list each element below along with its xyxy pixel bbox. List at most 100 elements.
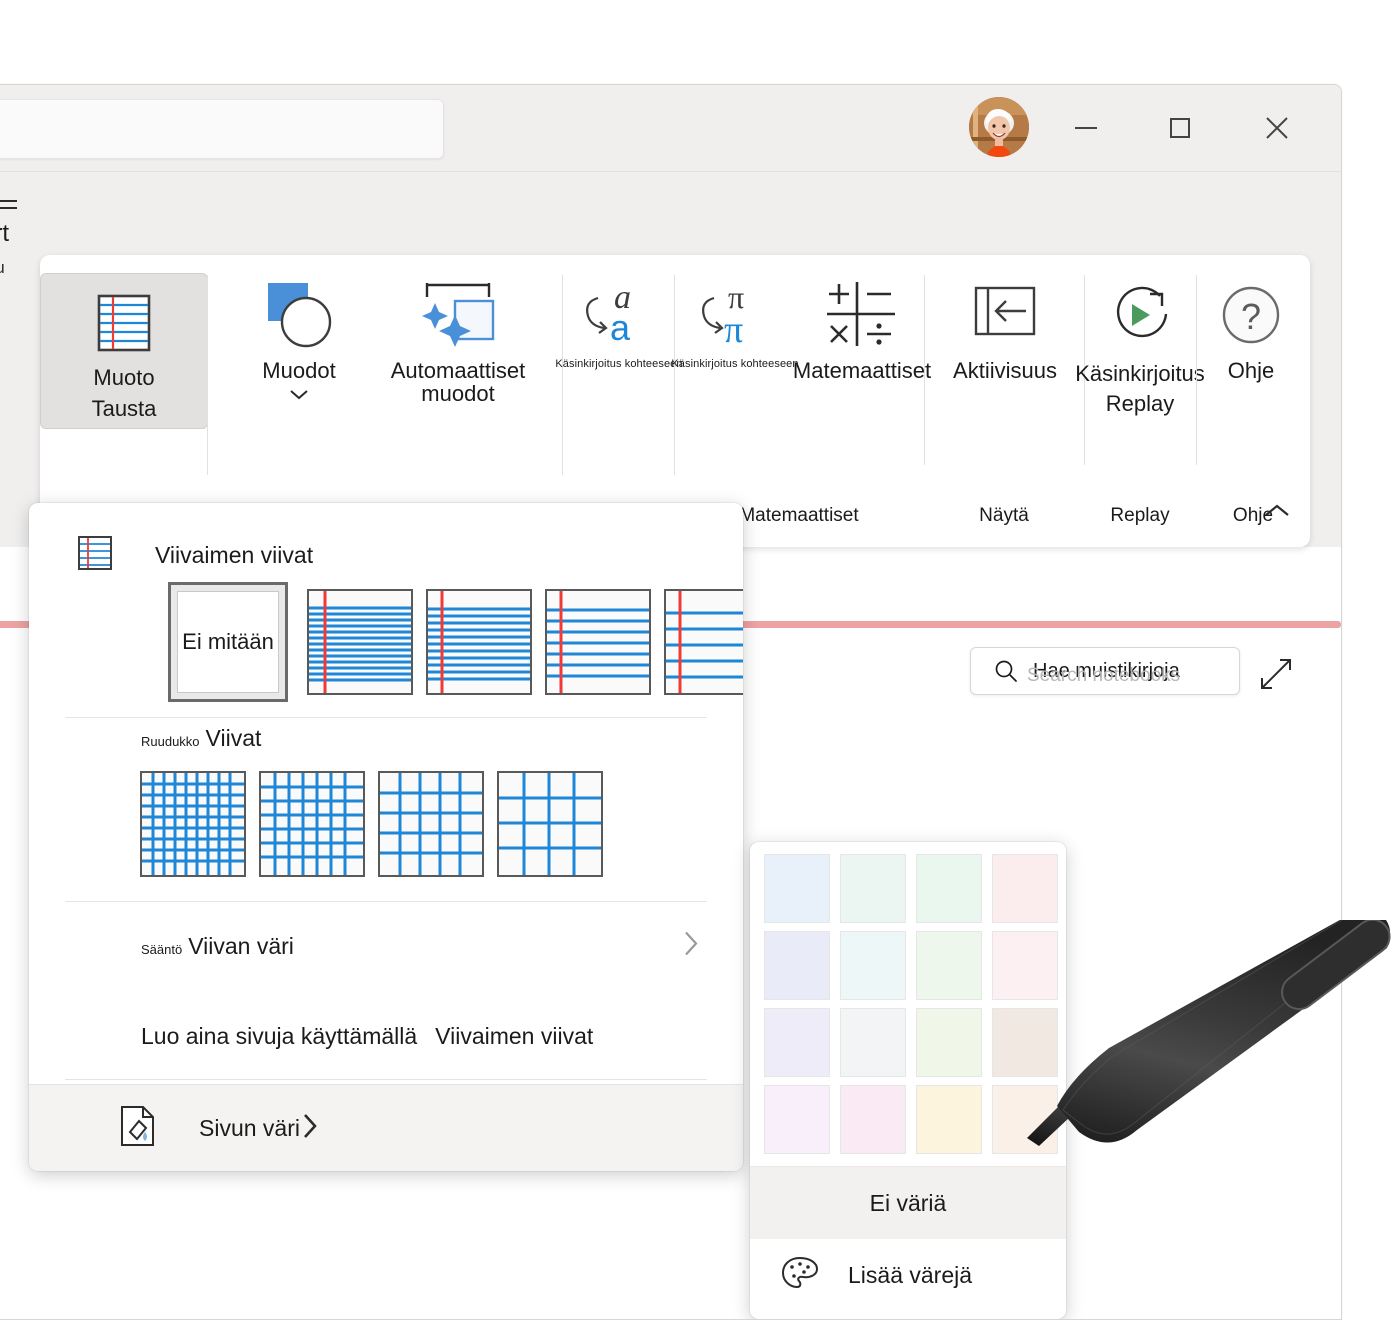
auto-shapes-command[interactable]: Automaattiset muodot bbox=[358, 273, 558, 405]
avatar[interactable] bbox=[969, 97, 1029, 157]
color-swatch[interactable] bbox=[992, 1085, 1058, 1154]
shapes-command[interactable]: Muodot bbox=[234, 273, 364, 400]
ink-to-text-icon: a a bbox=[576, 278, 662, 352]
rule-line-option-wide[interactable] bbox=[545, 589, 651, 695]
color-palette-grid bbox=[764, 854, 1052, 1158]
menu-header: Viivaimen viivat bbox=[29, 525, 743, 585]
color-swatch[interactable] bbox=[992, 931, 1058, 1000]
color-swatch[interactable] bbox=[992, 1008, 1058, 1077]
chevron-right-icon bbox=[300, 1111, 320, 1141]
no-color-label: Ei väriä bbox=[870, 1190, 947, 1217]
color-swatch[interactable] bbox=[840, 1008, 906, 1077]
ribbon-divider bbox=[207, 275, 208, 475]
ink-to-math-command[interactable]: π π Käsinkirjoitus kohteeseen bbox=[670, 273, 800, 371]
help-label: Ohje bbox=[1228, 359, 1274, 382]
close-button[interactable] bbox=[1230, 85, 1324, 171]
grid-swatch-row bbox=[29, 771, 743, 881]
ribbon-collapse-button[interactable] bbox=[1262, 502, 1292, 525]
color-swatch[interactable] bbox=[840, 1085, 906, 1154]
color-swatch[interactable] bbox=[916, 1008, 982, 1077]
expand-diagonal-icon bbox=[1259, 657, 1293, 691]
always-create-value: Viivaimen viivat bbox=[435, 1023, 593, 1050]
rule-line-option-none[interactable]: Ei mitään bbox=[168, 582, 288, 702]
omnibox-search-field[interactable] bbox=[0, 99, 444, 159]
line-color-row[interactable]: Sääntö Viivan väri bbox=[29, 907, 743, 985]
color-swatch[interactable] bbox=[916, 1085, 982, 1154]
color-swatch[interactable] bbox=[764, 931, 830, 1000]
grid-option-large[interactable] bbox=[378, 771, 484, 877]
background-format-button[interactable]: Muoto Tausta bbox=[40, 273, 208, 429]
ink-replay-label: Käsinkirjoitus Replay bbox=[1075, 359, 1205, 418]
minimize-button[interactable] bbox=[1039, 85, 1133, 171]
background-dropdown-menu: Viivaimen viivat Ei mitään bbox=[29, 503, 743, 1171]
extra-large-grid-preview bbox=[499, 773, 601, 875]
palette-icon-wrap bbox=[780, 1255, 820, 1296]
color-swatch[interactable] bbox=[764, 1008, 830, 1077]
small-grid-preview bbox=[142, 773, 244, 875]
menu-hamburger-icon[interactable] bbox=[0, 200, 17, 214]
ribbon-tabs-row: ert Cu bbox=[0, 171, 1341, 258]
line-color-big-label: Viivan väri bbox=[188, 933, 294, 960]
ink-to-text-command[interactable]: a a Käsinkirjoitus kohteeseen bbox=[554, 273, 684, 371]
ink-to-text-icon-wrap: a a bbox=[576, 273, 662, 357]
rule-lines-swatch-row: Ei mitään bbox=[29, 582, 743, 712]
ribbon-group-label-replay: Replay bbox=[1084, 505, 1196, 527]
no-color-option[interactable]: Ei väriä bbox=[750, 1166, 1066, 1240]
ink-replay-command[interactable]: Käsinkirjoitus Replay bbox=[1075, 273, 1205, 418]
ink-to-text-label: Käsinkirjoitus kohteeseen bbox=[555, 359, 682, 371]
tab-label-insert-partial[interactable]: ert bbox=[0, 220, 9, 248]
auto-shapes-icon bbox=[415, 277, 501, 353]
color-swatch[interactable] bbox=[840, 854, 906, 923]
chevron-down-icon[interactable] bbox=[288, 388, 310, 400]
tab-label-cut-partial[interactable]: Cu bbox=[0, 258, 5, 278]
menu-header-title: Viivaimen viivat bbox=[155, 542, 313, 569]
grid-option-medium[interactable] bbox=[259, 771, 365, 877]
shapes-label: Muodot bbox=[262, 359, 335, 382]
svg-text:π: π bbox=[724, 309, 743, 351]
always-create-pages-row[interactable]: Luo aina sivuja käyttämällä Viivaimen vi… bbox=[29, 997, 743, 1075]
grid-option-xlarge[interactable] bbox=[497, 771, 603, 877]
expand-button[interactable] bbox=[1259, 657, 1293, 696]
rule-line-option-college[interactable] bbox=[426, 589, 532, 695]
help-command[interactable]: ? Ohje bbox=[1191, 273, 1311, 382]
page-root: ert Cu Hae muistikirjoja Search notebook… bbox=[0, 0, 1400, 1320]
grid-section-label: Ruudukko Viivat bbox=[141, 725, 261, 752]
menu-header-icon-wrap bbox=[75, 533, 115, 578]
color-swatch[interactable] bbox=[764, 854, 830, 923]
activity-pane-icon bbox=[972, 284, 1038, 346]
more-colors-option[interactable]: Lisää värejä bbox=[750, 1239, 1066, 1311]
page-color-row[interactable]: Sivun väri bbox=[29, 1084, 743, 1171]
auto-shapes-icon-wrap bbox=[415, 273, 501, 357]
math-label: Matemaattiset bbox=[793, 359, 931, 382]
maximize-button[interactable] bbox=[1133, 85, 1227, 171]
background-button-sublabel: Tausta bbox=[92, 396, 157, 422]
activity-label: Aktiivisuus bbox=[953, 359, 1057, 382]
activity-command[interactable]: Aktiivisuus bbox=[940, 273, 1070, 382]
rule-line-option-narrow[interactable] bbox=[307, 589, 413, 695]
auto-shapes-label: Automaattiset muodot bbox=[358, 359, 558, 405]
activity-icon-wrap bbox=[972, 273, 1038, 357]
ink-to-math-label: Käsinkirjoitus kohteeseen bbox=[671, 359, 798, 371]
search-icon bbox=[993, 658, 1019, 684]
color-swatch[interactable] bbox=[916, 854, 982, 923]
color-swatch[interactable] bbox=[916, 931, 982, 1000]
line-color-chevron bbox=[681, 929, 701, 964]
color-swatch[interactable] bbox=[764, 1085, 830, 1154]
color-swatch[interactable] bbox=[840, 931, 906, 1000]
grid-option-small[interactable] bbox=[140, 771, 246, 877]
ribbon-group-help: ? Ohje Ohje bbox=[1196, 255, 1310, 547]
color-swatch[interactable] bbox=[992, 854, 1058, 923]
page-color-flyout: Ei väriä Lisää värejä bbox=[750, 842, 1066, 1319]
grid-section-big-label: Viivat bbox=[206, 725, 262, 752]
rule-line-option-xwide[interactable] bbox=[664, 589, 743, 695]
large-grid-preview bbox=[380, 773, 482, 875]
always-create-label: Luo aina sivuja käyttämällä bbox=[141, 1023, 417, 1050]
maximize-icon bbox=[1170, 118, 1190, 138]
divider bbox=[65, 901, 707, 902]
search-notebooks-input[interactable]: Hae muistikirjoja Search notebooks bbox=[970, 647, 1240, 695]
chevron-up-icon bbox=[1262, 502, 1292, 520]
chevron-right-icon bbox=[681, 929, 701, 959]
math-command[interactable]: Matemaattiset bbox=[794, 273, 930, 382]
ribbon-group-label-view: Näytä bbox=[924, 505, 1084, 527]
grid-section-small-label: Ruudukko bbox=[141, 734, 200, 749]
